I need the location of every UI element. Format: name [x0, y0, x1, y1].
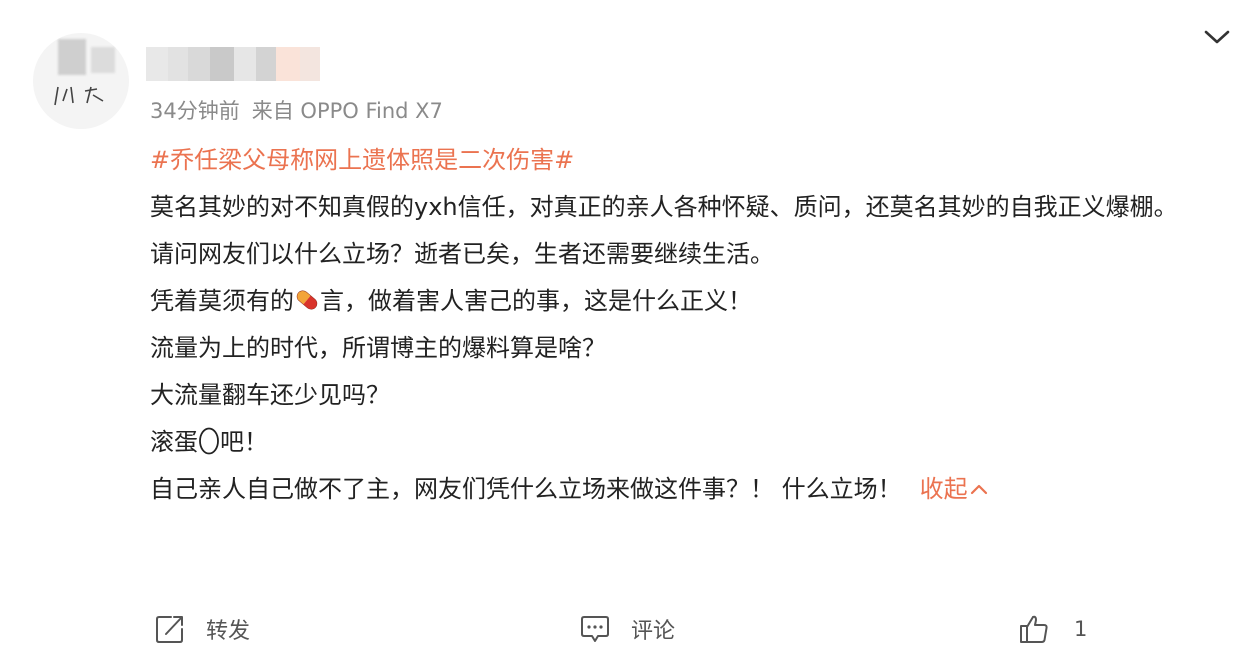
- content-line: 凭着莫须有的 言，做着害人害己的事，这是什么正义！: [150, 278, 1240, 325]
- comment-label: 评论: [631, 619, 676, 644]
- repost-button[interactable]: 转发: [154, 609, 250, 649]
- hashtag-link[interactable]: #乔任梁父母称网上遗体照是二次伤害#: [150, 146, 574, 174]
- egg-emoji-icon: [199, 427, 219, 455]
- content-text: 凭着莫须有的: [150, 287, 294, 315]
- content-text: 吧！: [220, 428, 268, 456]
- content-text: 言，做着害人害己的事，这是什么正义！: [320, 287, 752, 315]
- content-line: 自己亲人自己做不了主，网友们凭什么立场来做这件事？！ 什么立场！ 收起: [150, 466, 1240, 513]
- content-line: 流量为上的时代，所谓博主的爆料算是啥？: [150, 334, 606, 362]
- post-meta: 34分钟前 来自 OPPO Find X7: [150, 95, 443, 125]
- collapse-label: 收起: [919, 475, 968, 503]
- thumbs-up-icon: [1020, 615, 1048, 643]
- pill-emoji-icon: [296, 290, 318, 310]
- content-line: 莫名其妙的对不知真假的yxh信任，对真正的亲人各种怀疑、质问，还莫名其妙的自我正…: [150, 193, 1178, 221]
- avatar-handwriting-image: [54, 86, 104, 106]
- repost-label: 转发: [206, 619, 251, 644]
- content-text: 自己亲人自己做不了主，网友们凭什么立场来做这件事？！ 什么立场！: [150, 475, 902, 503]
- chevron-up-icon: [970, 484, 987, 495]
- avatar-blur-block: [58, 39, 86, 75]
- post-source: 来自 OPPO Find X7: [251, 99, 443, 123]
- comment-icon: [581, 616, 609, 642]
- chevron-down-icon: [1204, 30, 1230, 44]
- post-content: #乔任梁父母称网上遗体照是二次伤害# 莫名其妙的对不知真假的yxh信任，对真正的…: [150, 137, 1240, 513]
- content-line: 请问网友们以什么立场？逝者已矣，生者还需要继续生活。: [150, 240, 774, 268]
- content-line: 滚蛋 吧！: [150, 419, 1240, 466]
- username-blurred[interactable]: [146, 47, 320, 81]
- comment-button[interactable]: 评论: [579, 609, 675, 649]
- expand-menu-button[interactable]: [1200, 22, 1234, 52]
- content-text: 滚蛋: [150, 428, 198, 456]
- like-button[interactable]: 1: [1018, 609, 1087, 649]
- collapse-button[interactable]: 收起: [920, 475, 988, 503]
- avatar-blur-block: [91, 47, 115, 73]
- like-count: 1: [1074, 617, 1088, 641]
- action-bar: 转发 评论 1: [0, 609, 1260, 649]
- share-icon: [156, 616, 183, 643]
- content-line: 大流量翻车还少见吗？: [150, 381, 390, 409]
- post-time: 34分钟前: [150, 99, 240, 123]
- avatar[interactable]: [33, 33, 129, 129]
